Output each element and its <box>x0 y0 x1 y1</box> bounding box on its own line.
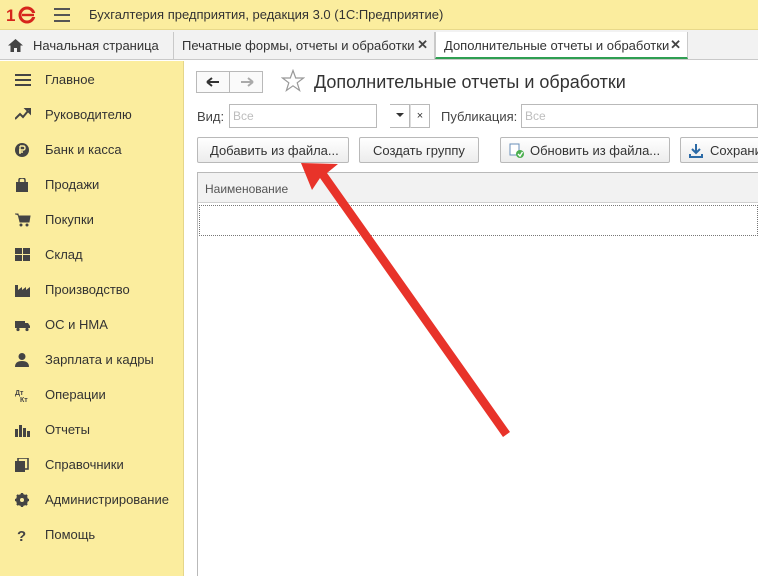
sidebar-item-sales[interactable]: Продажи <box>0 167 184 202</box>
sidebar-item-label: Помощь <box>45 527 96 542</box>
sidebar-item-purchases[interactable]: Покупки <box>0 202 184 237</box>
sidebar-item-manager[interactable]: Руководителю <box>0 97 184 132</box>
sidebar-item-help[interactable]: ? Помощь <box>0 517 184 552</box>
tab-home[interactable]: Начальная страница <box>0 32 174 59</box>
sidebar-item-bank[interactable]: Банк и касса <box>0 132 184 167</box>
sidebar-item-label: Руководителю <box>45 107 132 122</box>
reports-table: Наименование <box>197 172 758 576</box>
forward-button[interactable] <box>229 71 263 93</box>
chevron-down-icon <box>395 113 404 117</box>
sidebar-item-label: Главное <box>45 72 95 87</box>
sidebar-item-label: Справочники <box>45 457 124 472</box>
sidebar-item-directories[interactable]: Справочники <box>0 447 184 482</box>
table-row-selected[interactable] <box>199 205 758 236</box>
tab-bar: Начальная страница Печатные формы, отчет… <box>0 30 758 60</box>
create-group-button[interactable]: Создать группу <box>359 137 479 163</box>
1c-logo-icon: 1 <box>6 6 39 25</box>
sidebar-item-fixed-assets[interactable]: ОС и НМА <box>0 307 184 342</box>
vid-clear-button[interactable]: × <box>410 104 430 128</box>
update-from-file-button[interactable]: Обновить из файла... <box>500 137 670 163</box>
books-icon <box>15 458 29 472</box>
warehouse-grid-icon <box>15 248 30 261</box>
factory-icon <box>15 285 30 297</box>
vid-label: Вид: <box>197 109 225 124</box>
sidebar-item-warehouse[interactable]: Склад <box>0 237 184 272</box>
sidebar-item-label: Производство <box>45 282 130 297</box>
sidebar-item-label: ОС и НМА <box>45 317 108 332</box>
tab-additional-reports[interactable]: Дополнительные отчеты и обработки ✕ <box>435 32 688 59</box>
button-label: Добавить из файла... <box>210 143 339 158</box>
update-file-icon <box>509 143 524 158</box>
close-tab-icon[interactable]: ✕ <box>670 37 681 53</box>
sidebar-item-main[interactable]: Главное <box>0 62 184 97</box>
sidebar-item-label: Операции <box>45 387 106 402</box>
main-menu-icon[interactable] <box>54 8 70 22</box>
tab-label: Начальная страница <box>33 38 159 53</box>
close-tab-icon[interactable]: ✕ <box>417 37 428 53</box>
menu-lines-icon <box>15 74 31 86</box>
publication-label: Публикация: <box>441 109 518 124</box>
person-icon <box>15 353 29 367</box>
arrow-left-icon <box>206 77 219 87</box>
publication-placeholder: Все <box>525 109 546 123</box>
clear-x-icon: × <box>416 110 424 122</box>
sidebar-item-administration[interactable]: Администрирование <box>0 482 184 517</box>
vid-field[interactable]: Все <box>229 104 377 128</box>
sidebar-item-label: Зарплата и кадры <box>45 352 154 367</box>
sidebar: Главное Руководителю Банк и касса Продаж… <box>0 61 184 576</box>
svg-text:?: ? <box>17 528 26 542</box>
arrow-right-icon <box>241 77 254 87</box>
download-icon <box>689 144 703 158</box>
app-title: Бухгалтерия предприятия, редакция 3.0 (1… <box>89 7 444 22</box>
save-button[interactable]: Сохрани <box>680 137 758 163</box>
bar-chart-icon <box>15 425 30 437</box>
table-header: Наименование <box>198 173 758 203</box>
vid-placeholder: Все <box>233 109 254 123</box>
cart-icon <box>15 213 31 227</box>
sidebar-item-reports[interactable]: Отчеты <box>0 412 184 447</box>
sidebar-item-label: Покупки <box>45 212 94 227</box>
svg-text:Дт: Дт <box>15 390 24 397</box>
column-header-name[interactable]: Наименование <box>205 182 288 196</box>
vid-dropdown-button[interactable] <box>390 104 410 128</box>
svg-text:1: 1 <box>6 6 15 25</box>
main-panel: Дополнительные отчеты и обработки Вид: В… <box>185 61 758 576</box>
button-label: Обновить из файла... <box>530 143 661 158</box>
sidebar-item-label: Склад <box>45 247 83 262</box>
trend-icon <box>15 108 31 120</box>
tab-label: Печатные формы, отчеты и обработки <box>182 38 415 53</box>
sidebar-item-operations[interactable]: Дт Кт Операции <box>0 377 184 412</box>
button-label: Создать группу <box>373 143 465 158</box>
favorite-star-icon[interactable] <box>281 69 305 93</box>
svg-text:Кт: Кт <box>20 397 28 402</box>
sidebar-item-label: Отчеты <box>45 422 90 437</box>
sidebar-item-label: Продажи <box>45 177 100 192</box>
dt-kt-icon: ДтКт <box>15 390 28 402</box>
title-bar: 1 Бухгалтерия предприятия, редакция 3.0 … <box>0 0 758 30</box>
button-label: Сохрани <box>710 143 758 158</box>
sidebar-item-salary[interactable]: Зарплата и кадры <box>0 342 184 377</box>
question-icon: ? <box>17 528 26 542</box>
gear-icon <box>15 493 29 507</box>
page-title: Дополнительные отчеты и обработки <box>314 72 626 92</box>
sidebar-item-production[interactable]: Производство <box>0 272 184 307</box>
add-from-file-button[interactable]: Добавить из файла... <box>197 137 349 163</box>
back-button[interactable] <box>196 71 230 93</box>
home-icon <box>8 39 23 52</box>
shopping-bag-icon <box>16 178 28 192</box>
publication-field[interactable]: Все <box>521 104 758 128</box>
ruble-coin-icon <box>15 143 29 157</box>
tab-print-forms[interactable]: Печатные формы, отчеты и обработки ✕ <box>174 32 435 59</box>
sidebar-item-label: Администрирование <box>45 492 169 507</box>
sidebar-item-label: Банк и касса <box>45 142 122 157</box>
tab-label: Дополнительные отчеты и обработки <box>444 38 670 53</box>
truck-icon <box>15 321 30 332</box>
